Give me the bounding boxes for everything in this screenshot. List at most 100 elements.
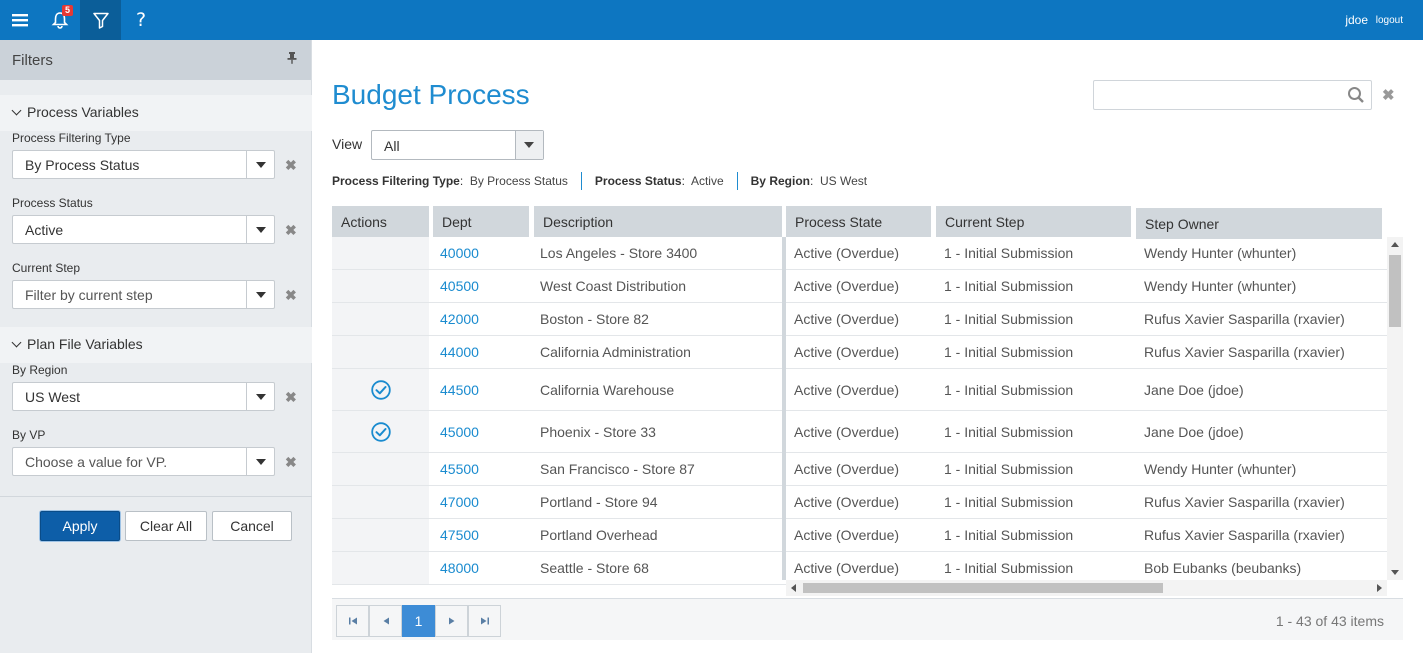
table-row[interactable]: 45000 Phoenix - Store 33 Active (Overdue) 1… bbox=[332, 411, 1387, 453]
view-select[interactable]: All bbox=[371, 130, 544, 160]
actions-cell[interactable] bbox=[332, 552, 429, 584]
filter-icon bbox=[92, 12, 109, 29]
filter-summary-item: Process Filtering Type: By Process Statu… bbox=[332, 174, 568, 188]
current-step-cell: 1 - Initial Submission bbox=[944, 381, 1074, 398]
check-circle-icon[interactable] bbox=[370, 379, 391, 400]
first-page-icon bbox=[348, 617, 357, 625]
description-cell: California Administration bbox=[540, 344, 691, 360]
step-owner-cell: Jane Doe (jdoe) bbox=[1144, 423, 1244, 440]
table-row[interactable]: 42000 Boston - Store 82 Active (Overdue) 1 … bbox=[332, 303, 1387, 336]
dropdown-toggle[interactable] bbox=[246, 216, 274, 243]
first-page-button[interactable] bbox=[336, 605, 369, 637]
dept-link[interactable]: 45500 bbox=[440, 453, 479, 485]
dropdown-toggle[interactable] bbox=[246, 151, 274, 178]
current-step-select[interactable]: Filter by current step bbox=[12, 280, 275, 309]
vertical-scrollbar[interactable] bbox=[1387, 237, 1403, 580]
dropdown-toggle[interactable] bbox=[246, 448, 274, 475]
user-name[interactable]: jdoe bbox=[1345, 13, 1368, 27]
dept-link[interactable]: 45000 bbox=[440, 411, 479, 452]
clear-all-button[interactable]: Clear All bbox=[125, 511, 207, 541]
column-header-process-state[interactable]: Process State bbox=[786, 206, 931, 237]
prev-page-button[interactable] bbox=[369, 605, 402, 637]
column-header-description[interactable]: Description bbox=[534, 206, 782, 237]
scroll-thumb[interactable] bbox=[1389, 255, 1401, 327]
logout-link[interactable]: logout bbox=[1376, 15, 1403, 26]
dropdown-toggle[interactable] bbox=[246, 281, 274, 308]
table-row[interactable]: 44000 California Administration Active (Ov… bbox=[332, 336, 1387, 369]
process-state-cell: Active (Overdue) bbox=[794, 245, 900, 261]
description-cell: Portland Overhead bbox=[540, 527, 658, 543]
actions-cell[interactable] bbox=[332, 369, 429, 410]
select-value: By Process Status bbox=[25, 157, 140, 173]
search-icon[interactable] bbox=[1347, 86, 1365, 107]
actions-cell[interactable] bbox=[332, 519, 429, 551]
search-input[interactable] bbox=[1093, 80, 1372, 110]
dept-link[interactable]: 44500 bbox=[440, 369, 479, 410]
process-state-cell: Active (Overdue) bbox=[794, 527, 900, 543]
page-number-button[interactable]: 1 bbox=[402, 605, 435, 637]
column-header-actions[interactable]: Actions bbox=[332, 206, 429, 237]
close-icon[interactable]: ✖ bbox=[285, 287, 297, 304]
actions-cell[interactable] bbox=[332, 411, 429, 452]
table-row[interactable]: 40500 West Coast Distribution Active (Over… bbox=[332, 270, 1387, 303]
dept-link[interactable]: 47000 bbox=[440, 486, 479, 518]
close-icon[interactable]: ✖ bbox=[285, 222, 297, 239]
actions-cell[interactable] bbox=[332, 486, 429, 518]
actions-cell[interactable] bbox=[332, 453, 429, 485]
pin-icon[interactable] bbox=[287, 52, 297, 67]
current-step-cell: 1 - Initial Submission bbox=[944, 311, 1074, 327]
column-header-dept[interactable]: Dept bbox=[433, 206, 529, 237]
scroll-down-icon[interactable] bbox=[1391, 570, 1399, 575]
dept-link[interactable]: 48000 bbox=[440, 552, 479, 584]
process-state-cell: Active (Overdue) bbox=[794, 311, 900, 327]
close-icon[interactable]: ✖ bbox=[285, 157, 297, 174]
table-row[interactable]: 47000 Portland - Store 94 Active (Overdue)… bbox=[332, 486, 1387, 519]
menu-button[interactable] bbox=[0, 0, 40, 40]
column-header-step-owner[interactable]: Step Owner bbox=[1136, 208, 1382, 239]
column-header-current-step[interactable]: Current Step bbox=[936, 206, 1131, 237]
frozen-column-divider bbox=[782, 237, 786, 580]
dept-link[interactable]: 44000 bbox=[440, 336, 479, 368]
filter-toggle-button[interactable] bbox=[80, 0, 121, 40]
scroll-thumb[interactable] bbox=[803, 583, 1163, 593]
process-status-select[interactable]: Active bbox=[12, 215, 275, 244]
dept-link[interactable]: 47500 bbox=[440, 519, 479, 551]
actions-cell[interactable] bbox=[332, 336, 429, 368]
region-select[interactable]: US West bbox=[12, 382, 275, 411]
table-row[interactable]: 45500 San Francisco - Store 87 Active (Ove… bbox=[332, 453, 1387, 486]
help-button[interactable]: ? bbox=[121, 0, 161, 40]
last-page-button[interactable] bbox=[468, 605, 501, 637]
table-row[interactable]: 47500 Portland Overhead Active (Overdue) 1 … bbox=[332, 519, 1387, 552]
table-row[interactable]: 40000 Los Angeles - Store 3400 Active (Ove… bbox=[332, 237, 1387, 270]
scroll-up-icon[interactable] bbox=[1391, 242, 1399, 247]
process-filtering-type-select[interactable]: By Process Status bbox=[12, 150, 275, 179]
dropdown-toggle[interactable] bbox=[246, 383, 274, 410]
close-icon[interactable]: ✖ bbox=[285, 454, 297, 471]
horizontal-scrollbar[interactable] bbox=[786, 580, 1387, 596]
dropdown-toggle[interactable] bbox=[515, 131, 543, 159]
step-owner-cell: Rufus Xavier Sasparilla (rxavier) bbox=[1144, 527, 1345, 543]
scroll-right-icon[interactable] bbox=[1377, 584, 1382, 592]
table-row[interactable]: 44500 California Warehouse Active (Overdue… bbox=[332, 369, 1387, 411]
process-state-cell: Active (Overdue) bbox=[794, 278, 900, 294]
scroll-left-icon[interactable] bbox=[791, 584, 796, 592]
next-page-button[interactable] bbox=[435, 605, 468, 637]
process-variables-section[interactable]: Process Variables bbox=[0, 95, 312, 131]
close-icon[interactable]: ✖ bbox=[1382, 86, 1395, 104]
actions-cell[interactable] bbox=[332, 303, 429, 335]
dept-link[interactable]: 40500 bbox=[440, 270, 479, 302]
dept-link[interactable]: 40000 bbox=[440, 237, 479, 269]
actions-cell[interactable] bbox=[332, 237, 429, 269]
dept-link[interactable]: 42000 bbox=[440, 303, 479, 335]
description-cell: Seattle - Store 68 bbox=[540, 560, 649, 576]
cancel-button[interactable]: Cancel bbox=[212, 511, 292, 541]
apply-button[interactable]: Apply bbox=[40, 511, 120, 541]
page-title: Budget Process bbox=[332, 79, 530, 110]
close-icon[interactable]: ✖ bbox=[285, 389, 297, 406]
notifications-button[interactable]: 5 bbox=[40, 0, 80, 40]
actions-cell[interactable] bbox=[332, 270, 429, 302]
check-circle-icon[interactable] bbox=[370, 421, 391, 442]
vp-select[interactable]: Choose a value for VP. bbox=[12, 447, 275, 476]
step-owner-cell: Rufus Xavier Sasparilla (rxavier) bbox=[1144, 344, 1345, 360]
plan-file-variables-section[interactable]: Plan File Variables bbox=[0, 327, 312, 363]
